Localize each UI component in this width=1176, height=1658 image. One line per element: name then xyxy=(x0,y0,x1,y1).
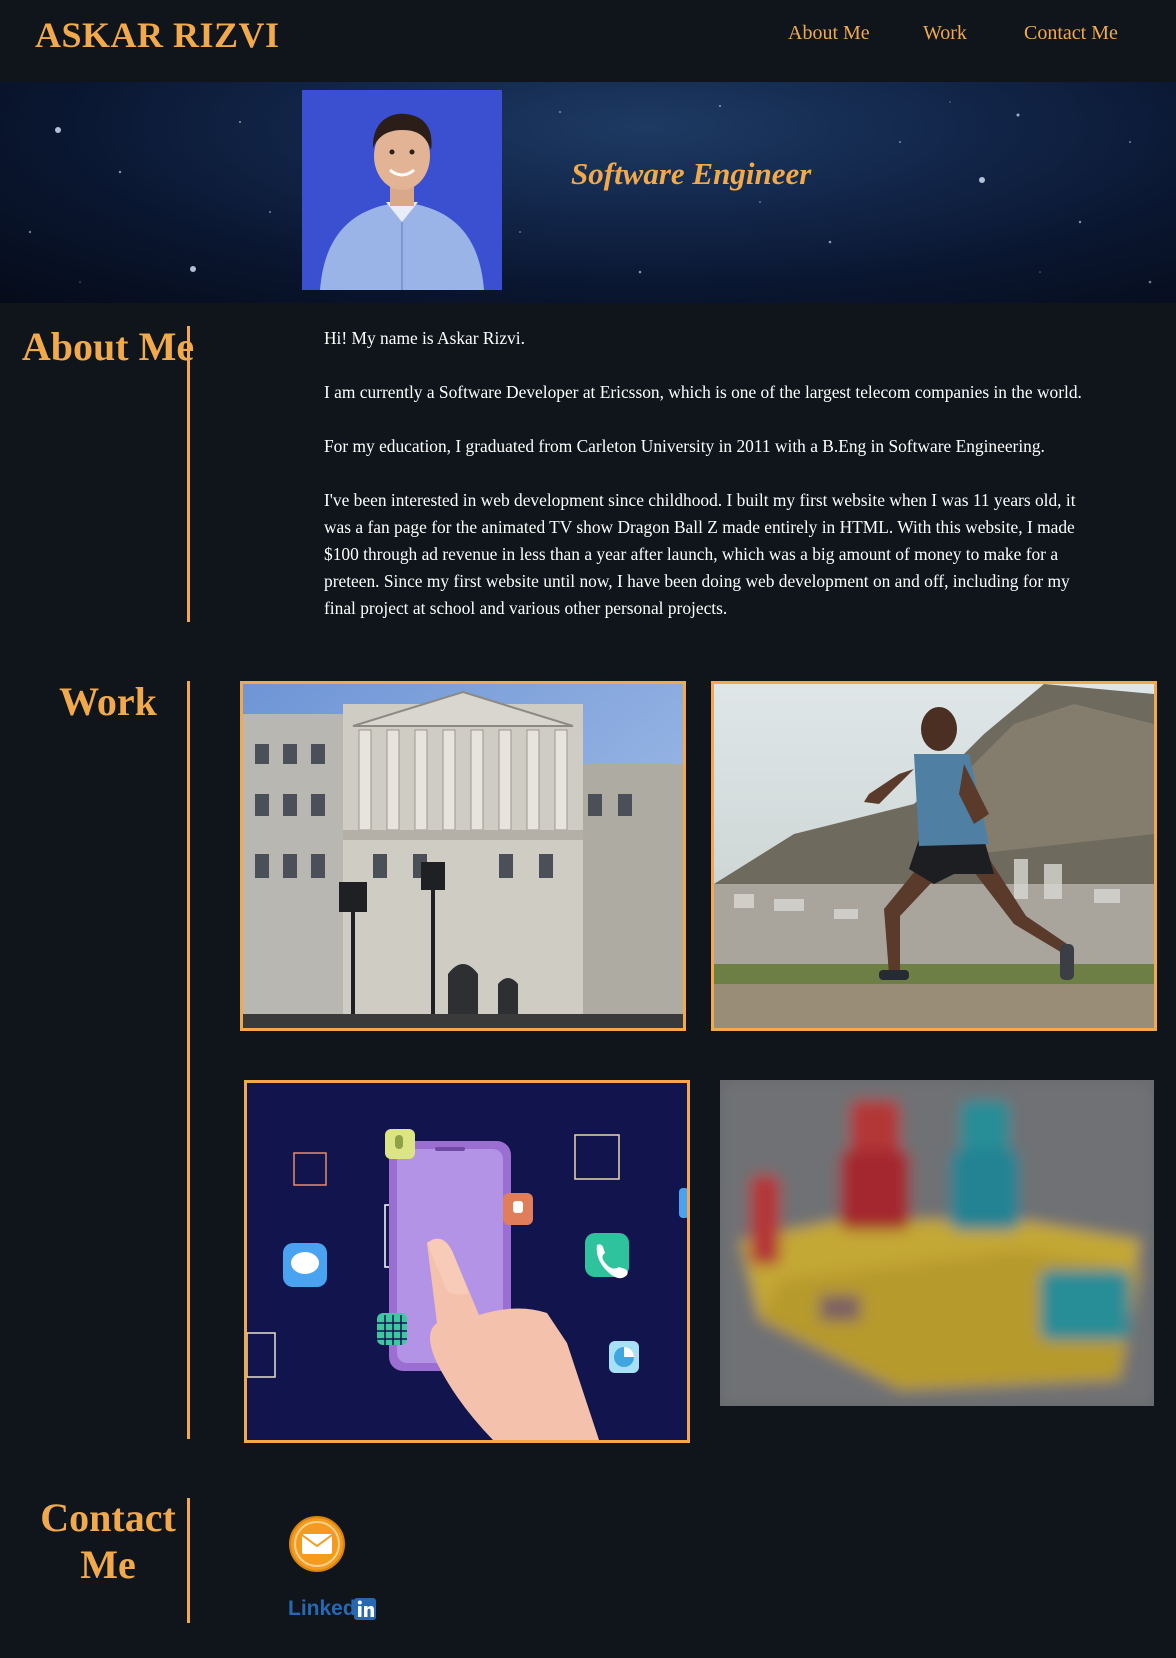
nav-link-contact-me[interactable]: Contact Me xyxy=(1024,22,1118,45)
site-header: ASKAR RIZVI About Me Work Contact Me xyxy=(0,0,1176,82)
nav-link-about-me[interactable]: About Me xyxy=(788,22,870,45)
work-project-bank-image[interactable] xyxy=(240,681,686,1031)
contact-divider xyxy=(187,1498,190,1623)
work-project-mobile-app-image[interactable] xyxy=(244,1080,690,1443)
about-paragraph: For my education, I graduated from Carle… xyxy=(324,436,1045,456)
work-heading: Work xyxy=(59,679,157,724)
about-text: Hi! My name is Askar Rizvi. I am current… xyxy=(324,325,1084,649)
work-project-runner-image[interactable] xyxy=(711,681,1157,1031)
work-project-robots-image[interactable] xyxy=(720,1080,1154,1406)
about-heading: About Me xyxy=(21,324,195,369)
about-paragraph: I've been interested in web development … xyxy=(324,490,1076,618)
profile-photo xyxy=(302,90,502,290)
about-divider xyxy=(187,326,190,622)
contact-heading: Contact Me xyxy=(40,1495,176,1587)
email-icon[interactable] xyxy=(288,1515,346,1573)
about-paragraph: Hi! My name is Askar Rizvi. xyxy=(324,328,525,348)
linkedin-icon[interactable]: Linked xyxy=(288,1593,382,1623)
about-paragraph: I am currently a Software Developer at E… xyxy=(324,382,1082,402)
hero-subtitle: Software Engineer xyxy=(571,156,812,191)
linkedin-logo-text: Linked xyxy=(288,1597,356,1620)
hero-banner: Software Engineer xyxy=(0,82,1176,303)
main-nav: About Me Work Contact Me xyxy=(0,22,1176,52)
nav-link-work[interactable]: Work xyxy=(923,22,967,45)
work-divider xyxy=(187,681,190,1439)
starfield-background xyxy=(28,101,1152,284)
